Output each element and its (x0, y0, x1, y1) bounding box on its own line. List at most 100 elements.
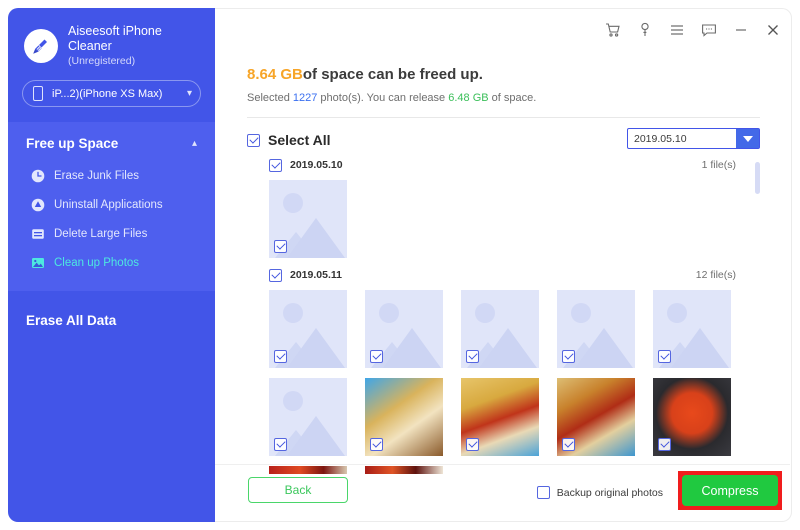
menu-icon[interactable] (668, 22, 685, 39)
photo-thumbnail[interactable] (269, 290, 347, 368)
sidebar-item-erase-junk-files[interactable]: Erase Junk Files (8, 161, 215, 190)
back-button[interactable]: Back (248, 477, 348, 503)
file-lines-icon (30, 226, 45, 241)
photo-thumbnail[interactable] (461, 378, 539, 456)
photo-thumbnail[interactable] (269, 466, 347, 474)
group-date-label: 2019.05.10 (290, 159, 343, 171)
brand-block: Aiseesoft iPhone Cleaner (Unregistered) (8, 8, 215, 68)
photo-thumbnail[interactable] (269, 180, 347, 258)
photo-thumbnail[interactable] (653, 290, 731, 368)
chevron-down-icon: ▾ (186, 88, 192, 99)
brand-title-line1: Aiseesoft iPhone (68, 24, 162, 38)
photo-checkbox[interactable] (274, 350, 287, 363)
photo-checkbox[interactable] (466, 350, 479, 363)
select-all-checkbox[interactable] (247, 133, 260, 147)
page-title: 8.64 GBof space can be freed up. (247, 66, 483, 83)
footer-divider (215, 464, 790, 465)
app-remove-icon (30, 197, 45, 212)
photo-checkbox[interactable] (274, 438, 287, 451)
thumbnail-row (247, 180, 760, 258)
device-selector[interactable]: iP...2)(iPhone XS Max) ▾ (22, 80, 201, 107)
placeholder-mountain-icon (479, 328, 537, 368)
chevron-down-icon (742, 135, 753, 142)
photo-thumbnail[interactable] (461, 290, 539, 368)
photo-checkbox[interactable] (466, 438, 479, 451)
compress-button[interactable]: Compress (682, 475, 778, 506)
device-name-label: iP...2)(iPhone XS Max) (52, 87, 163, 100)
date-filter-value: 2019.05.10 (634, 132, 687, 145)
freeable-size-value: 8.64 GB (247, 66, 303, 83)
sidebar-item-label: Clean up Photos (54, 256, 140, 269)
group-checkbox[interactable] (269, 158, 282, 172)
sidebar-item-label: Delete Large Files (54, 227, 148, 240)
group-date-label: 2019.05.11 (290, 269, 342, 281)
summary-suffix: of space. (488, 92, 537, 104)
placeholder-mountain-icon (383, 328, 441, 368)
placeholder-sun-icon (283, 193, 303, 213)
key-icon[interactable] (636, 22, 653, 39)
minimize-icon[interactable] (732, 22, 749, 39)
sidebar-item-erase-all-data[interactable]: Erase All Data (8, 291, 215, 328)
placeholder-mountain-icon (671, 328, 729, 368)
placeholder-mountain-icon (287, 416, 345, 456)
thumbnail-row (247, 290, 760, 368)
chevron-up-icon[interactable]: ▴ (192, 138, 197, 149)
placeholder-sun-icon (667, 303, 687, 323)
placeholder-sun-icon (379, 303, 399, 323)
header-divider (247, 117, 760, 118)
sidebar-item-uninstall-applications[interactable]: Uninstall Applications (8, 190, 215, 219)
group-file-count: 12 file(s) (695, 269, 736, 281)
photo-thumbnail[interactable] (557, 378, 635, 456)
brand-title-line2: Cleaner (68, 39, 112, 53)
placeholder-sun-icon (283, 391, 303, 411)
photo-thumbnail[interactable] (365, 466, 443, 474)
placeholder-mountain-icon (287, 218, 345, 258)
sidebar-item-label: Erase Junk Files (54, 169, 140, 182)
photo-thumbnail[interactable] (557, 290, 635, 368)
registration-status: (Unregistered) (68, 55, 136, 67)
date-filter-dropdown[interactable]: 2019.05.10 (627, 128, 760, 149)
photo-checkbox[interactable] (274, 240, 287, 253)
photo-checkbox[interactable] (370, 350, 383, 363)
placeholder-sun-icon (283, 303, 303, 323)
placeholder-mountain-icon (287, 328, 345, 368)
photo-list-scrollbar[interactable] (755, 162, 760, 194)
placeholder-mountain-icon (575, 328, 633, 368)
thumbnail-row (247, 378, 760, 456)
photo-group-header: 2019.05.11 12 file(s) (247, 264, 760, 286)
photo-thumbnail[interactable] (365, 378, 443, 456)
photo-checkbox[interactable] (658, 350, 671, 363)
cart-icon[interactable] (604, 22, 621, 39)
photo-checkbox[interactable] (562, 438, 575, 451)
free-up-space-header[interactable]: Free up Space ▴ (8, 130, 215, 161)
photo-thumbnail[interactable] (365, 290, 443, 368)
freeable-size-suffix: of space can be freed up. (302, 66, 483, 83)
sidebar-item-delete-large-files[interactable]: Delete Large Files (8, 219, 215, 248)
releasable-size-value: 6.48 GB (448, 92, 489, 104)
sidebar-item-label: Uninstall Applications (54, 198, 163, 211)
main-panel: 8.64 GBof space can be freed up. Selecte… (215, 8, 792, 522)
sidebar-item-clean-up-photos[interactable]: Clean up Photos (8, 248, 215, 277)
photo-checkbox[interactable] (658, 438, 671, 451)
photo-thumbnail[interactable] (653, 378, 731, 456)
photo-thumbnail[interactable] (269, 378, 347, 456)
placeholder-sun-icon (475, 303, 495, 323)
dropdown-toggle-button[interactable] (736, 129, 759, 148)
backup-original-photos-option[interactable]: Backup original photos (536, 486, 663, 499)
phone-icon (33, 86, 43, 101)
photo-checkbox[interactable] (370, 438, 383, 451)
photo-checkbox[interactable] (562, 350, 575, 363)
sidebar: Aiseesoft iPhone Cleaner (Unregistered) … (8, 8, 215, 522)
backup-checkbox[interactable] (536, 486, 550, 499)
feedback-icon[interactable] (700, 22, 717, 39)
close-icon[interactable] (764, 22, 781, 39)
free-up-space-title: Free up Space (26, 136, 119, 151)
compress-button-highlight: Compress (678, 471, 782, 510)
select-all-row: Select All 2019.05.10 (247, 128, 760, 152)
titlebar (604, 17, 781, 43)
photo-list[interactable]: 2019.05.10 1 file(s) 2019.05.11 12 file(… (247, 154, 760, 474)
broom-logo-icon (24, 29, 58, 63)
placeholder-sun-icon (571, 303, 591, 323)
free-up-space-section: Free up Space ▴ Erase Junk Files Uninsta… (8, 122, 215, 291)
group-checkbox[interactable] (269, 268, 282, 282)
